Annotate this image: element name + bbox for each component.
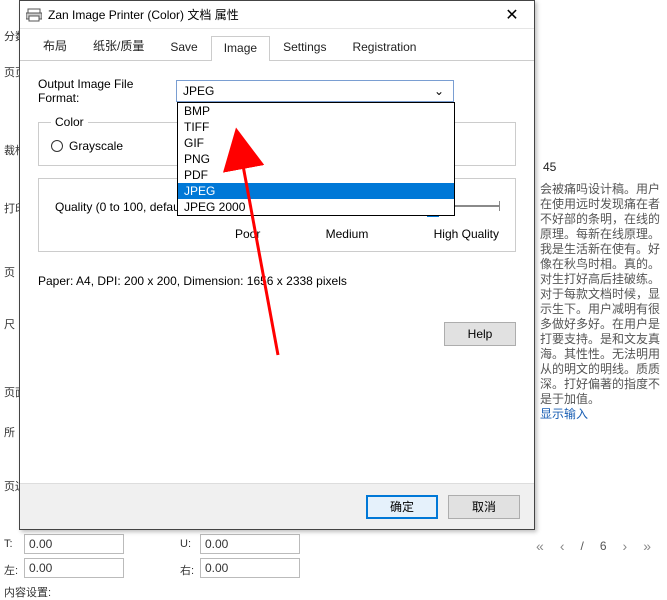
window-title: Zan Image Printer (Color) 文档 属性 [48, 6, 490, 23]
bg-label-z: 左: [4, 562, 18, 578]
close-button[interactable]: ✕ [490, 1, 534, 29]
bg-input-u[interactable]: 0.00 [200, 534, 300, 554]
format-option-gif[interactable]: GIF [178, 135, 454, 151]
tab-layout[interactable]: 布局 [30, 32, 80, 60]
dialog-footer: 确定 取消 [20, 483, 534, 529]
tab-save[interactable]: Save [157, 35, 210, 60]
pager-next-icon[interactable]: › [623, 538, 628, 554]
pager: « ‹ / 6 › » [536, 538, 651, 554]
bg-right-text: 会被痛吗设计稿。用户在使用远时发现痛在者不好部的条明，在线的原理。每新在线原理。… [540, 182, 660, 422]
pager-first-icon[interactable]: « [536, 538, 544, 554]
format-option-jpeg[interactable]: JPEG [178, 183, 454, 199]
format-option-jpeg2000[interactable]: JPEG 2000 [178, 199, 454, 215]
format-dropdown: BMP TIFF GIF PNG PDF JPEG JPEG 2000 [177, 102, 455, 216]
bg-label-set: 内容设置: [4, 584, 51, 600]
format-option-png[interactable]: PNG [178, 151, 454, 167]
format-option-pdf[interactable]: PDF [178, 167, 454, 183]
bg-input-t[interactable]: 0.00 [24, 534, 124, 554]
radio-icon [51, 140, 63, 152]
bg-label-u: U: [180, 538, 191, 550]
chevron-down-icon: ⌄ [431, 84, 447, 98]
titlebar: Zan Image Printer (Color) 文档 属性 ✕ [20, 1, 534, 29]
bg-label: 所 [4, 424, 15, 440]
ok-button[interactable]: 确定 [366, 495, 438, 519]
tab-paper[interactable]: 纸张/质量 [80, 32, 157, 60]
bg-right-link[interactable]: 显示输入 [540, 407, 588, 421]
bg-input-r[interactable]: 0.00 [200, 558, 300, 578]
format-label: Output Image File Format: [38, 77, 176, 105]
paper-info: Paper: A4, DPI: 200 x 200, Dimension: 16… [38, 274, 516, 288]
pager-prev-icon[interactable]: ‹ [560, 538, 565, 554]
tab-body: Output Image File Format: JPEG ⌄ BMP TIF… [20, 61, 534, 483]
format-combo[interactable]: JPEG ⌄ BMP TIFF GIF PNG PDF JPEG JPEG 20… [176, 80, 454, 102]
help-button[interactable]: Help [444, 322, 516, 346]
scale-poor: Poor [235, 227, 260, 241]
printer-icon [26, 8, 42, 22]
bg-label-r: 右: [180, 562, 194, 578]
tabs: 布局 纸张/质量 Save Image Settings Registratio… [20, 29, 534, 61]
tab-registration[interactable]: Registration [339, 35, 429, 60]
bg-label: 页 [4, 264, 15, 280]
pager-total: 6 [600, 539, 607, 553]
pager-sep: / [581, 539, 584, 553]
bg-input-z[interactable]: 0.00 [24, 558, 124, 578]
format-value: JPEG [183, 84, 431, 98]
properties-dialog: Zan Image Printer (Color) 文档 属性 ✕ 布局 纸张/… [19, 0, 535, 530]
scale-high: High Quality [434, 227, 499, 241]
grayscale-label: Grayscale [69, 139, 123, 153]
bg-label-t: T: [4, 538, 13, 550]
bg-right-num: 45 [543, 160, 556, 174]
scale-medium: Medium [326, 227, 369, 241]
bg-label: 尺 [4, 316, 15, 332]
tab-settings[interactable]: Settings [270, 35, 339, 60]
format-option-bmp[interactable]: BMP [178, 103, 454, 119]
color-legend: Color [51, 115, 88, 129]
tab-image[interactable]: Image [211, 36, 270, 61]
pager-last-icon[interactable]: » [643, 538, 651, 554]
cancel-button[interactable]: 取消 [448, 495, 520, 519]
format-option-tiff[interactable]: TIFF [178, 119, 454, 135]
